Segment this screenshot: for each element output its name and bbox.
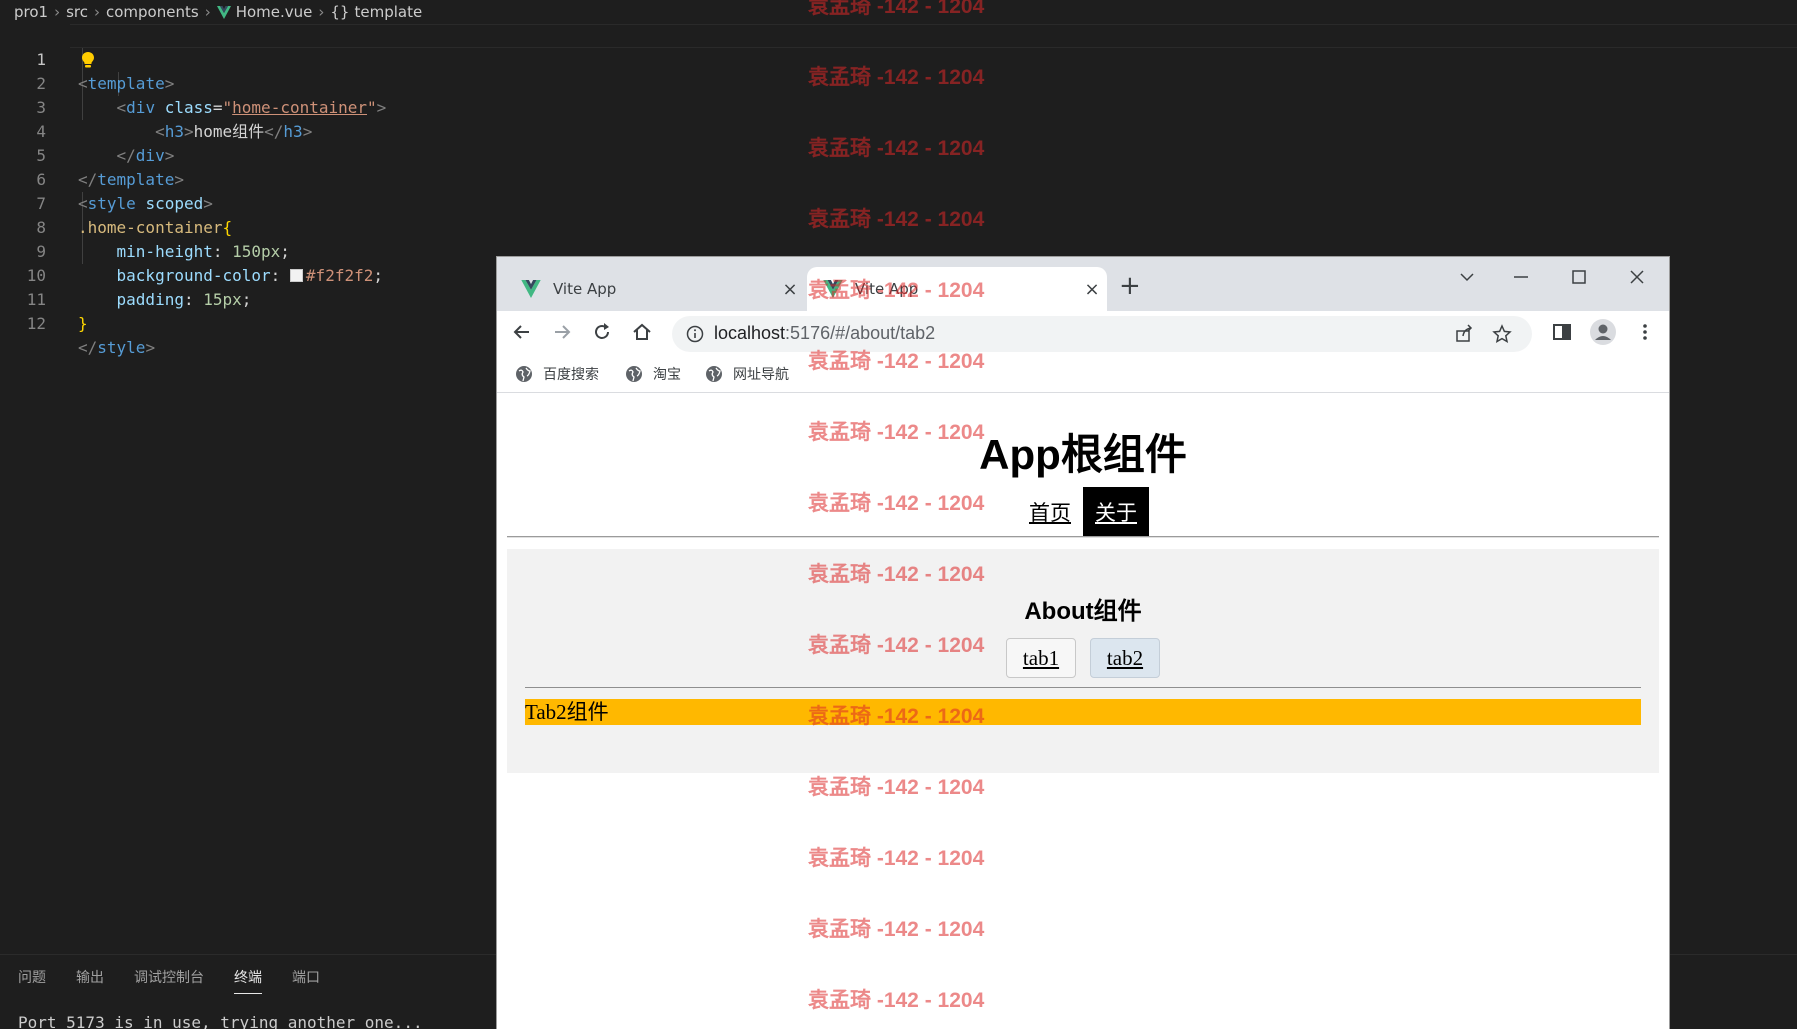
web-page-content: App根组件 首页 关于 About组件 tab1 tab2 Tab2组件 [497, 393, 1669, 1029]
close-tab-icon[interactable]: × [1077, 279, 1107, 300]
code-line-4: 4 </div> [0, 96, 1797, 165]
minimize-icon[interactable] [1513, 275, 1529, 279]
about-container: About组件 tab1 tab2 Tab2组件 [507, 549, 1659, 773]
browser-tabstrip: Vite App × Vite App × + [497, 257, 1669, 311]
close-tab-icon[interactable]: × [775, 279, 805, 300]
breadcrumb-item-src[interactable]: src [66, 3, 88, 21]
profile-avatar-icon[interactable] [1589, 318, 1617, 346]
tab-search-icon[interactable] [1459, 271, 1475, 283]
bookmark-web-nav[interactable]: 网址导航 [705, 364, 789, 384]
code-line-6: 6 <style scoped> [0, 144, 1797, 213]
code-line-1: 1 <template> [0, 24, 1797, 93]
tab-ports[interactable]: 端口 [292, 967, 320, 994]
nav-link-home[interactable]: 首页 [1017, 487, 1083, 537]
code-line-8: 8 min-height: 150px; [0, 192, 1797, 261]
site-info-icon[interactable] [686, 325, 704, 343]
tab-debug-console[interactable]: 调试控制台 [134, 967, 204, 994]
app-nav: 首页 关于 [497, 487, 1669, 537]
app-title: App根组件 [979, 431, 1187, 478]
tab2-button[interactable]: tab2 [1090, 638, 1160, 678]
back-icon[interactable] [510, 320, 534, 344]
tab2-component: Tab2组件 [525, 699, 1641, 725]
side-panel-icon[interactable] [1550, 320, 1574, 344]
browser-tab-title: Vite App [553, 280, 617, 298]
browser-tab-1[interactable]: Vite App × [505, 267, 805, 311]
breadcrumb: pro1 › src › components › Home.vue › {} … [0, 0, 1797, 24]
code-line-3: 3 <h3>home组件</h3> [0, 72, 1797, 141]
forward-icon[interactable] [550, 320, 574, 344]
home-icon[interactable] [630, 320, 654, 344]
share-icon[interactable] [1454, 324, 1474, 344]
divider [525, 687, 1641, 688]
url-text[interactable]: localhost:5176/#/about/tab2 [714, 323, 935, 344]
breadcrumb-item-components[interactable]: components [106, 3, 199, 21]
reload-icon[interactable] [590, 320, 614, 344]
terminal-output[interactable]: Port 5173 is in use, trying another one.… [18, 1013, 423, 1029]
browser-tab-2[interactable]: Vite App × [807, 267, 1107, 311]
code-line-2: 2 <div class="home-container"> [0, 48, 1797, 117]
vue-file-icon [216, 5, 231, 19]
bookmark-baidu[interactable]: 百度搜索 [515, 364, 599, 384]
more-menu-icon[interactable] [1633, 320, 1657, 344]
browser-toolbar: localhost:5176/#/about/tab2 [497, 311, 1669, 355]
tab1-button[interactable]: tab1 [1006, 638, 1076, 678]
breadcrumb-item-pro1[interactable]: pro1 [14, 3, 48, 21]
code-line-5: 5 </template> [0, 120, 1797, 189]
close-window-icon[interactable] [1629, 269, 1645, 285]
maximize-icon[interactable] [1571, 269, 1587, 285]
breadcrumb-item-file[interactable]: Home.vue [236, 3, 313, 21]
new-tab-button[interactable]: + [1119, 271, 1141, 301]
bookmarks-bar: 百度搜索 淘宝 网址导航 [497, 355, 1669, 393]
about-tabs: tab1 tab2 [507, 638, 1659, 678]
code-line-7: 7 .home-container{ [0, 168, 1797, 237]
chevron-right-icon: › [94, 3, 100, 21]
vite-favicon-icon [521, 280, 541, 298]
bookmark-star-icon[interactable] [1492, 324, 1512, 344]
breadcrumb-item-symbol[interactable]: template [354, 3, 422, 21]
globe-icon [626, 366, 642, 382]
panel-tabs: 问题 输出 调试控制台 终端 端口 [18, 967, 350, 994]
about-title: About组件 [1024, 598, 1142, 625]
vite-favicon-icon [823, 280, 843, 298]
braces-icon: {} [330, 3, 350, 21]
browser-window: Vite App × Vite App × + localhost:5176/#… [497, 257, 1669, 1029]
chevron-right-icon: › [318, 3, 325, 21]
bookmark-taobao[interactable]: 淘宝 [625, 364, 681, 384]
tab-problems[interactable]: 问题 [18, 967, 46, 994]
nav-link-about[interactable]: 关于 [1083, 487, 1149, 537]
line-number: 12 [26, 314, 46, 333]
tab-output[interactable]: 输出 [76, 967, 104, 994]
tab-terminal[interactable]: 终端 [234, 967, 262, 994]
address-bar[interactable]: localhost:5176/#/about/tab2 [672, 316, 1532, 352]
divider [507, 536, 1659, 538]
chevron-right-icon: › [204, 3, 211, 21]
browser-tab-title: Vite App [855, 280, 919, 298]
chevron-right-icon: › [54, 3, 61, 21]
globe-icon [516, 366, 532, 382]
code-line-9: 9 background-color: #f2f2f2; [0, 216, 1797, 285]
globe-icon [706, 366, 722, 382]
